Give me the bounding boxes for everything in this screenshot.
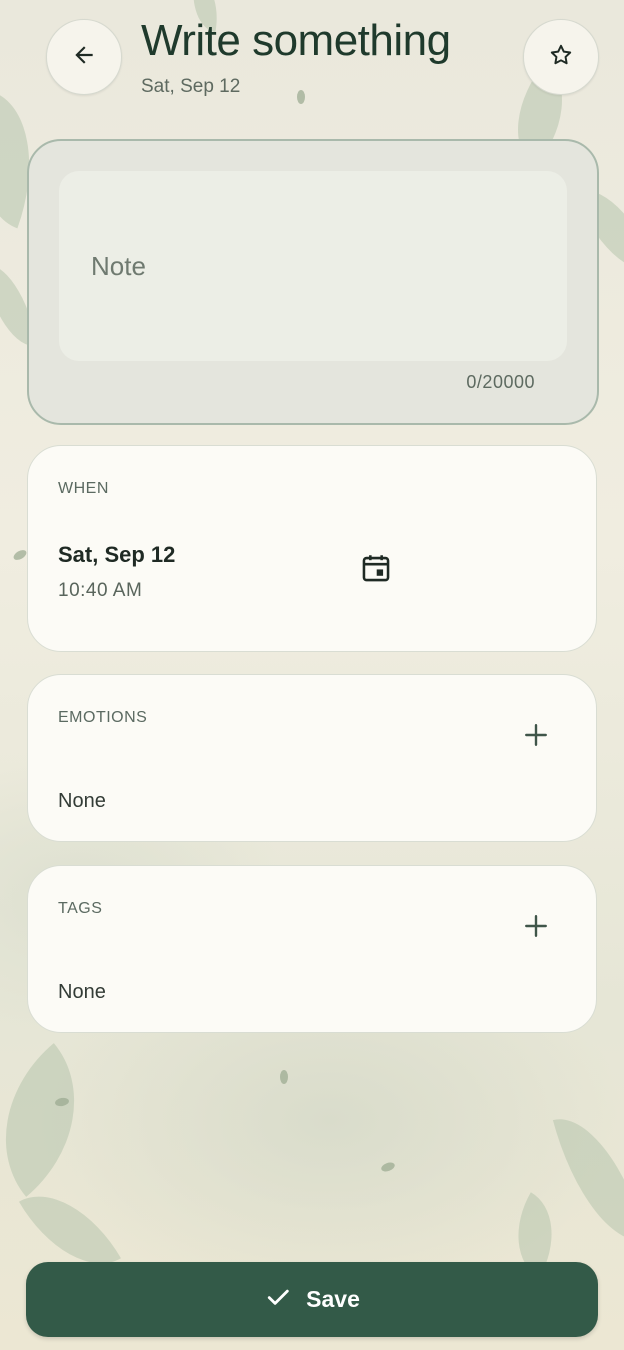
entry-date[interactable]: Sat, Sep 12 — [58, 542, 175, 568]
page-title: Write something — [141, 16, 451, 65]
emotions-value: None — [58, 790, 106, 812]
save-label: Save — [306, 1286, 360, 1312]
page-subtitle-date: Sat, Sep 12 — [141, 76, 241, 97]
calendar-icon — [359, 551, 393, 590]
when-card: WHEN Sat, Sep 12 10:40 AM — [27, 445, 597, 652]
arrow-back-icon — [71, 42, 97, 73]
note-card: 0/20000 — [27, 139, 599, 425]
add-emotion-button[interactable] — [514, 715, 558, 759]
entry-time[interactable]: 10:40 AM — [58, 580, 142, 602]
favorite-button[interactable] — [523, 19, 599, 95]
emotions-card: EMOTIONS None — [27, 674, 597, 842]
note-input[interactable] — [59, 171, 567, 361]
date-picker-button[interactable] — [352, 546, 400, 594]
save-button[interactable]: Save — [26, 1262, 598, 1337]
tags-value: None — [58, 981, 106, 1003]
add-tag-button[interactable] — [514, 906, 558, 950]
character-counter: 0/20000 — [466, 372, 535, 392]
plus-icon — [523, 722, 549, 753]
tags-label: TAGS — [58, 900, 103, 917]
tags-card: TAGS None — [27, 865, 597, 1033]
top-app-bar: Write something Sat, Sep 12 — [0, 0, 624, 120]
note-field-container — [59, 171, 567, 361]
emotions-label: EMOTIONS — [58, 709, 148, 726]
star-outline-icon — [548, 42, 574, 73]
back-button[interactable] — [46, 19, 122, 95]
check-icon — [264, 1283, 292, 1316]
when-label: WHEN — [58, 480, 109, 497]
plus-icon — [523, 913, 549, 944]
